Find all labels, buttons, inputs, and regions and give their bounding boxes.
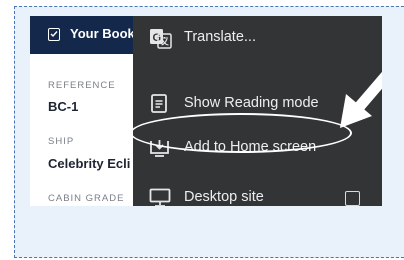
menu-item-desktop-site[interactable]: Desktop site: [133, 176, 382, 206]
booking-title: Your Book: [70, 26, 135, 41]
ship-label: SHIP: [48, 136, 75, 147]
ship-value: Celebrity Ecli: [48, 156, 131, 171]
menu-item-label: Desktop site: [184, 189, 264, 205]
desktop-site-checkbox[interactable]: [345, 191, 360, 206]
reference-value: BC-1: [48, 99, 79, 114]
google-translate-icon: G: [149, 28, 172, 49]
highlight-ellipse: [130, 113, 352, 153]
pointer-arrow: [340, 71, 382, 128]
menu-item-label: Show Reading mode: [184, 95, 319, 111]
reading-mode-icon: [149, 94, 171, 114]
menu-item-label: Translate...: [184, 29, 256, 45]
desktop-icon: [149, 188, 171, 206]
phone-screen: Your Book REFERENCE BC-1 SHIP Celebrity …: [30, 16, 382, 206]
menu-item-translate[interactable]: G Translate...: [133, 16, 382, 60]
reference-label: REFERENCE: [48, 80, 116, 91]
calendar-check-icon: [48, 28, 60, 41]
cabin-grade-label: CABIN GRADE: [48, 193, 125, 204]
